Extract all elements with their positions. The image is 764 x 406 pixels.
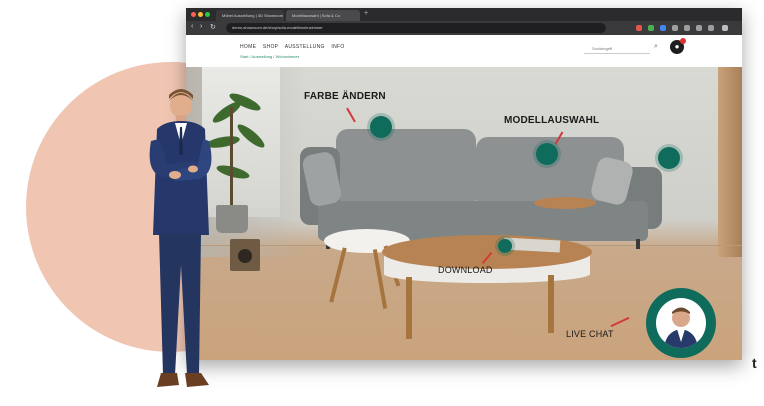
site-header: HOME SHOP AUSSTELLUNG INFO Start / Ausst… <box>186 35 742 67</box>
forward-icon[interactable]: › <box>200 23 202 30</box>
extension-icon[interactable] <box>672 25 678 31</box>
minimize-window-icon[interactable] <box>198 12 203 17</box>
door-frame <box>718 67 742 257</box>
coffee-table-top[interactable] <box>382 235 592 269</box>
menu-item-ausstellung[interactable]: AUSSTELLUNG <box>285 44 325 50</box>
sofa-leg <box>636 239 640 249</box>
extension-icon[interactable] <box>684 25 690 31</box>
reload-icon[interactable]: ↻ <box>210 23 216 31</box>
live-chat-label[interactable]: LIVE CHAT <box>566 329 614 339</box>
extension-icon[interactable] <box>696 25 702 31</box>
cut-off-text: t <box>752 355 757 371</box>
close-window-icon[interactable] <box>191 12 196 17</box>
extension-icon[interactable] <box>708 25 714 31</box>
menu-item-home[interactable]: HOME <box>240 44 256 50</box>
side-table-leg <box>329 247 347 303</box>
live-chat-pointer <box>610 316 630 328</box>
model-select-label: MODELLAUSWAHL <box>504 115 600 126</box>
address-bar: ‹ › ↻ demo-showroom.de/shop/sofa-modell/… <box>186 21 742 35</box>
model-select-hotspot[interactable] <box>536 143 558 165</box>
notification-badge <box>680 38 686 44</box>
breadcrumb[interactable]: Start / Ausstellung / Wohnzimmer <box>240 54 299 59</box>
presenter-figure <box>149 89 212 387</box>
browser-tab-2[interactable]: Modellauswahl | Sofa & Co <box>286 10 360 21</box>
browser-tab-1[interactable]: Möbel Ausstellung | 3D Showroom <box>216 10 284 21</box>
back-icon[interactable]: ‹ <box>191 23 193 30</box>
live-chat-button[interactable] <box>646 288 716 358</box>
plant-stem <box>230 107 233 207</box>
download-hotspot[interactable] <box>498 239 512 253</box>
speaker-cone <box>238 249 252 263</box>
color-change-pointer <box>346 107 356 123</box>
color-change-label: FARBE ÄNDERN <box>304 91 386 102</box>
url-field[interactable]: demo-showroom.de/shop/sofa-modell/wohnzi… <box>226 23 606 33</box>
extension-icon[interactable] <box>648 25 654 31</box>
menu-item-shop[interactable]: SHOP <box>263 44 278 50</box>
extension-icon[interactable] <box>636 25 642 31</box>
sofa-tray <box>534 197 596 209</box>
search-icon[interactable]: ⌕ <box>654 43 658 51</box>
new-tab-icon[interactable]: + <box>364 10 368 17</box>
extension-icon[interactable] <box>660 25 666 31</box>
download-label[interactable]: DOWNLOAD <box>438 265 493 275</box>
coffee-table-leg <box>548 275 554 333</box>
color-swatch-hotspot[interactable] <box>658 147 680 169</box>
color-change-hotspot[interactable] <box>370 116 392 138</box>
agent-avatar <box>656 298 706 348</box>
main-menu: HOME SHOP AUSSTELLUNG INFO <box>240 44 350 50</box>
sofa-back-left[interactable] <box>336 129 476 203</box>
search-input[interactable]: Suchbegriff <box>584 44 650 54</box>
maximize-window-icon[interactable] <box>205 12 210 17</box>
tab-bar: Möbel Ausstellung | 3D Showroom Modellau… <box>186 8 742 21</box>
browser-menu-icon[interactable] <box>722 25 728 31</box>
menu-item-info[interactable]: INFO <box>331 44 344 50</box>
coffee-table-leg <box>406 277 412 339</box>
